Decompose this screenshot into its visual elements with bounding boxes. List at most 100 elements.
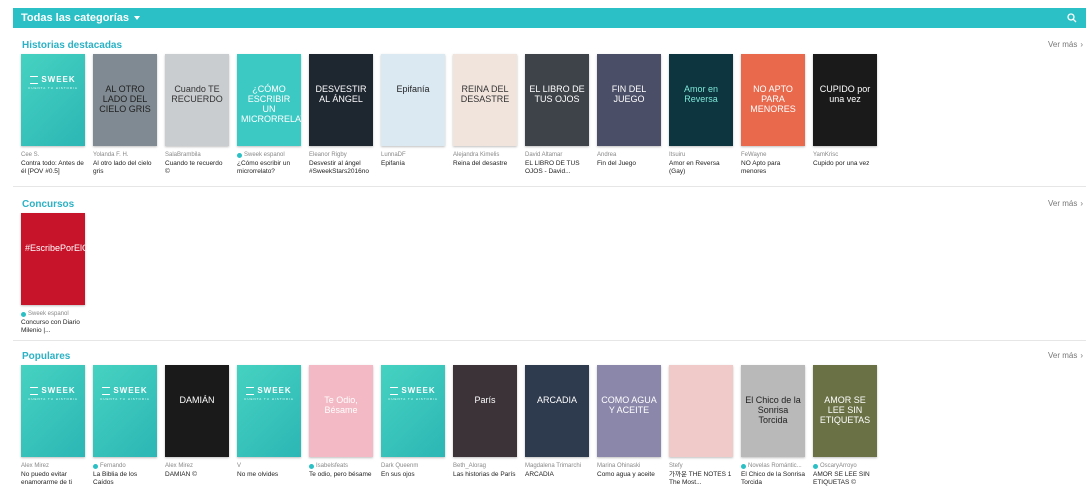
book-title[interactable]: Epifanía bbox=[381, 160, 445, 168]
book-cover[interactable]: SWEEK CUENTA TU HISTORIA bbox=[381, 365, 445, 457]
book-author[interactable]: Alejandra Kimelis bbox=[453, 151, 517, 159]
book-cover[interactable]: AMOR SE LEE SIN ETIQUETAS bbox=[813, 365, 877, 457]
book-card[interactable]: #EscribePorElCambio Sweek espanol Concurso… bbox=[21, 213, 85, 335]
book-title[interactable]: NO Apto para menores bbox=[741, 160, 805, 176]
book-card[interactable]: CUPIDO por una vez YamKrisc Cupido por una… bbox=[813, 54, 877, 176]
book-card[interactable]: EL LIBRO DE TUS OJOS David Altamar EL LIBR… bbox=[525, 54, 589, 176]
book-card[interactable]: SWEEK CUENTA TU HISTORIA Cee S. Contra todo… bbox=[21, 54, 85, 176]
book-card[interactable]: ARCADIA Magdalena Trimarchi ARCADIA bbox=[525, 365, 589, 487]
book-cover[interactable]: DESVESTIR AL ÁNGEL bbox=[309, 54, 373, 146]
ver-mas-link[interactable]: Ver más › bbox=[1048, 40, 1083, 49]
ver-mas-link[interactable]: Ver más › bbox=[1048, 351, 1083, 360]
book-card[interactable]: DAMIÁN Alex Mirez DAMIÁN © bbox=[165, 365, 229, 487]
book-card[interactable]: DESVESTIR AL ÁNGEL Eleanor Rigby Desvestir… bbox=[309, 54, 373, 176]
book-author[interactable]: Novelas Romántic... bbox=[741, 462, 805, 470]
book-author[interactable]: Yolanda F. H. bbox=[93, 151, 157, 159]
book-title[interactable]: Desvestir al ángel #SweekStars2016no bbox=[309, 160, 373, 176]
book-author[interactable]: LunnaDF bbox=[381, 151, 445, 159]
book-title[interactable]: Reina del desastre bbox=[453, 160, 517, 168]
book-cover[interactable]: CUPIDO por una vez bbox=[813, 54, 877, 146]
book-title[interactable]: Cupido por una vez bbox=[813, 160, 877, 168]
book-cover[interactable]: ARCADIA bbox=[525, 365, 589, 457]
book-title[interactable]: DAMIÁN © bbox=[165, 471, 229, 479]
book-author[interactable]: FeWayne bbox=[741, 151, 805, 159]
book-cover[interactable]: EL LIBRO DE TUS OJOS bbox=[525, 54, 589, 146]
book-author[interactable]: Alex Mirez bbox=[21, 462, 85, 470]
book-cover[interactable]: París bbox=[453, 365, 517, 457]
book-cover[interactable]: COMO AGUA Y ACEITE bbox=[597, 365, 661, 457]
book-cover[interactable]: Amor en Reversa bbox=[669, 54, 733, 146]
book-author[interactable]: Magdalena Trimarchi bbox=[525, 462, 589, 470]
book-cover[interactable]: ¿CÓMO ESCRIBIR UN MICRORRELATO? bbox=[237, 54, 301, 146]
book-title[interactable]: Como agua y aceite bbox=[597, 471, 661, 479]
book-card[interactable]: Cuando TE RECUERDO SalaBrambila Cuando te … bbox=[165, 54, 229, 176]
book-author[interactable]: SalaBrambila bbox=[165, 151, 229, 159]
book-title[interactable]: 가까운 THE NOTES 1 The Most... bbox=[669, 471, 733, 487]
book-card[interactable]: ¿CÓMO ESCRIBIR UN MICRORRELATO? Sweek esp… bbox=[237, 54, 301, 176]
search-icon[interactable] bbox=[1066, 12, 1078, 24]
book-cover[interactable]: SWEEK CUENTA TU HISTORIA bbox=[21, 365, 85, 457]
book-cover[interactable]: Cuando TE RECUERDO bbox=[165, 54, 229, 146]
book-author[interactable]: V bbox=[237, 462, 301, 470]
book-author[interactable]: Dark Queenm bbox=[381, 462, 445, 470]
book-cover[interactable] bbox=[669, 365, 733, 457]
book-cover[interactable]: NO APTO PARA MENORES bbox=[741, 54, 805, 146]
book-title[interactable]: Concurso con Diario Milenio |... bbox=[21, 319, 85, 335]
book-author[interactable]: Fernando bbox=[93, 462, 157, 470]
book-card[interactable]: SWEEK CUENTA TU HISTORIA Fernando La Biblia… bbox=[93, 365, 157, 487]
book-author[interactable]: Andrea bbox=[597, 151, 661, 159]
category-dropdown[interactable]: Todas las categorías bbox=[21, 12, 141, 24]
book-title[interactable]: Te odio, pero bésame bbox=[309, 471, 373, 479]
book-cover[interactable]: REINA DEL DESASTRE bbox=[453, 54, 517, 146]
book-card[interactable]: Amor en Reversa Itsuiru Amor en Reversa (G… bbox=[669, 54, 733, 176]
book-title[interactable]: Cuando te recuerdo © bbox=[165, 160, 229, 176]
book-title[interactable]: No puedo evitar enamorarme de ti bbox=[21, 471, 85, 487]
book-author[interactable]: Sweek espanol bbox=[237, 151, 301, 159]
book-cover[interactable]: SWEEK CUENTA TU HISTORIA bbox=[93, 365, 157, 457]
book-title[interactable]: EL LIBRO DE TUS OJOS - David... bbox=[525, 160, 589, 176]
book-title[interactable]: ARCADIA bbox=[525, 471, 589, 479]
book-card[interactable]: REINA DEL DESASTRE Alejandra Kimelis Reina… bbox=[453, 54, 517, 176]
book-card[interactable]: SWEEK CUENTA TU HISTORIA Dark Queenm En sus… bbox=[381, 365, 445, 487]
book-title[interactable]: Fin del Juego bbox=[597, 160, 661, 168]
book-title[interactable]: No me olvides bbox=[237, 471, 301, 479]
book-title[interactable]: En sus ojos bbox=[381, 471, 445, 479]
book-card[interactable]: Te Odio, Bésame Isabelsfeats Te odio, pero… bbox=[309, 365, 373, 487]
book-title[interactable]: Amor en Reversa (Gay) bbox=[669, 160, 733, 176]
book-author[interactable]: OscaryArroyo bbox=[813, 462, 877, 470]
book-author[interactable]: Isabelsfeats bbox=[309, 462, 373, 470]
book-title[interactable]: El Chico de la Sonrisa Torcida bbox=[741, 471, 805, 487]
book-author[interactable]: Marina Ohinaski bbox=[597, 462, 661, 470]
book-cover[interactable]: Epifanía bbox=[381, 54, 445, 146]
book-cover[interactable]: DAMIÁN bbox=[165, 365, 229, 457]
book-author[interactable]: Eleanor Rigby bbox=[309, 151, 373, 159]
book-card[interactable]: Epifanía LunnaDF Epifanía bbox=[381, 54, 445, 176]
book-cover[interactable]: SWEEK CUENTA TU HISTORIA bbox=[237, 365, 301, 457]
book-author[interactable]: Alex Mirez bbox=[165, 462, 229, 470]
book-author[interactable]: David Altamar bbox=[525, 151, 589, 159]
book-title[interactable]: ¿Cómo escribir un microrrelato? bbox=[237, 160, 301, 176]
book-author[interactable]: Beth_Alorag bbox=[453, 462, 517, 470]
book-card[interactable]: Stefy 가까운 THE NOTES 1 The Most... bbox=[669, 365, 733, 487]
book-author[interactable]: Sweek espanol bbox=[21, 310, 85, 318]
book-cover[interactable]: Te Odio, Bésame bbox=[309, 365, 373, 457]
book-card[interactable]: AMOR SE LEE SIN ETIQUETAS OscaryArroyo AMO… bbox=[813, 365, 877, 487]
book-title[interactable]: Las historias de París bbox=[453, 471, 517, 479]
book-author[interactable]: Cee S. bbox=[21, 151, 85, 159]
book-author[interactable]: Stefy bbox=[669, 462, 733, 470]
book-card[interactable]: París Beth_Alorag Las historias de París bbox=[453, 365, 517, 487]
book-card[interactable]: NO APTO PARA MENORES FeWayne NO Apto para … bbox=[741, 54, 805, 176]
book-card[interactable]: FIN DEL JUEGO Andrea Fin del Juego bbox=[597, 54, 661, 176]
book-author[interactable]: Itsuiru bbox=[669, 151, 733, 159]
book-cover[interactable]: El Chico de la Sonrisa Torcida bbox=[741, 365, 805, 457]
book-card[interactable]: AL OTRO LADO DEL CIELO GRIS Yolanda F. H.… bbox=[93, 54, 157, 176]
book-cover[interactable]: AL OTRO LADO DEL CIELO GRIS bbox=[93, 54, 157, 146]
book-cover[interactable]: #EscribePorElCambio bbox=[21, 213, 85, 305]
book-card[interactable]: El Chico de la Sonrisa Torcida Novelas Ro… bbox=[741, 365, 805, 487]
book-author[interactable]: YamKrisc bbox=[813, 151, 877, 159]
book-title[interactable]: Al otro lado del cielo gris bbox=[93, 160, 157, 176]
book-card[interactable]: SWEEK CUENTA TU HISTORIA V No me olvides bbox=[237, 365, 301, 487]
book-card[interactable]: SWEEK CUENTA TU HISTORIA Alex Mirez No pued… bbox=[21, 365, 85, 487]
book-title[interactable]: La Biblia de los Caídos bbox=[93, 471, 157, 487]
book-cover[interactable]: FIN DEL JUEGO bbox=[597, 54, 661, 146]
